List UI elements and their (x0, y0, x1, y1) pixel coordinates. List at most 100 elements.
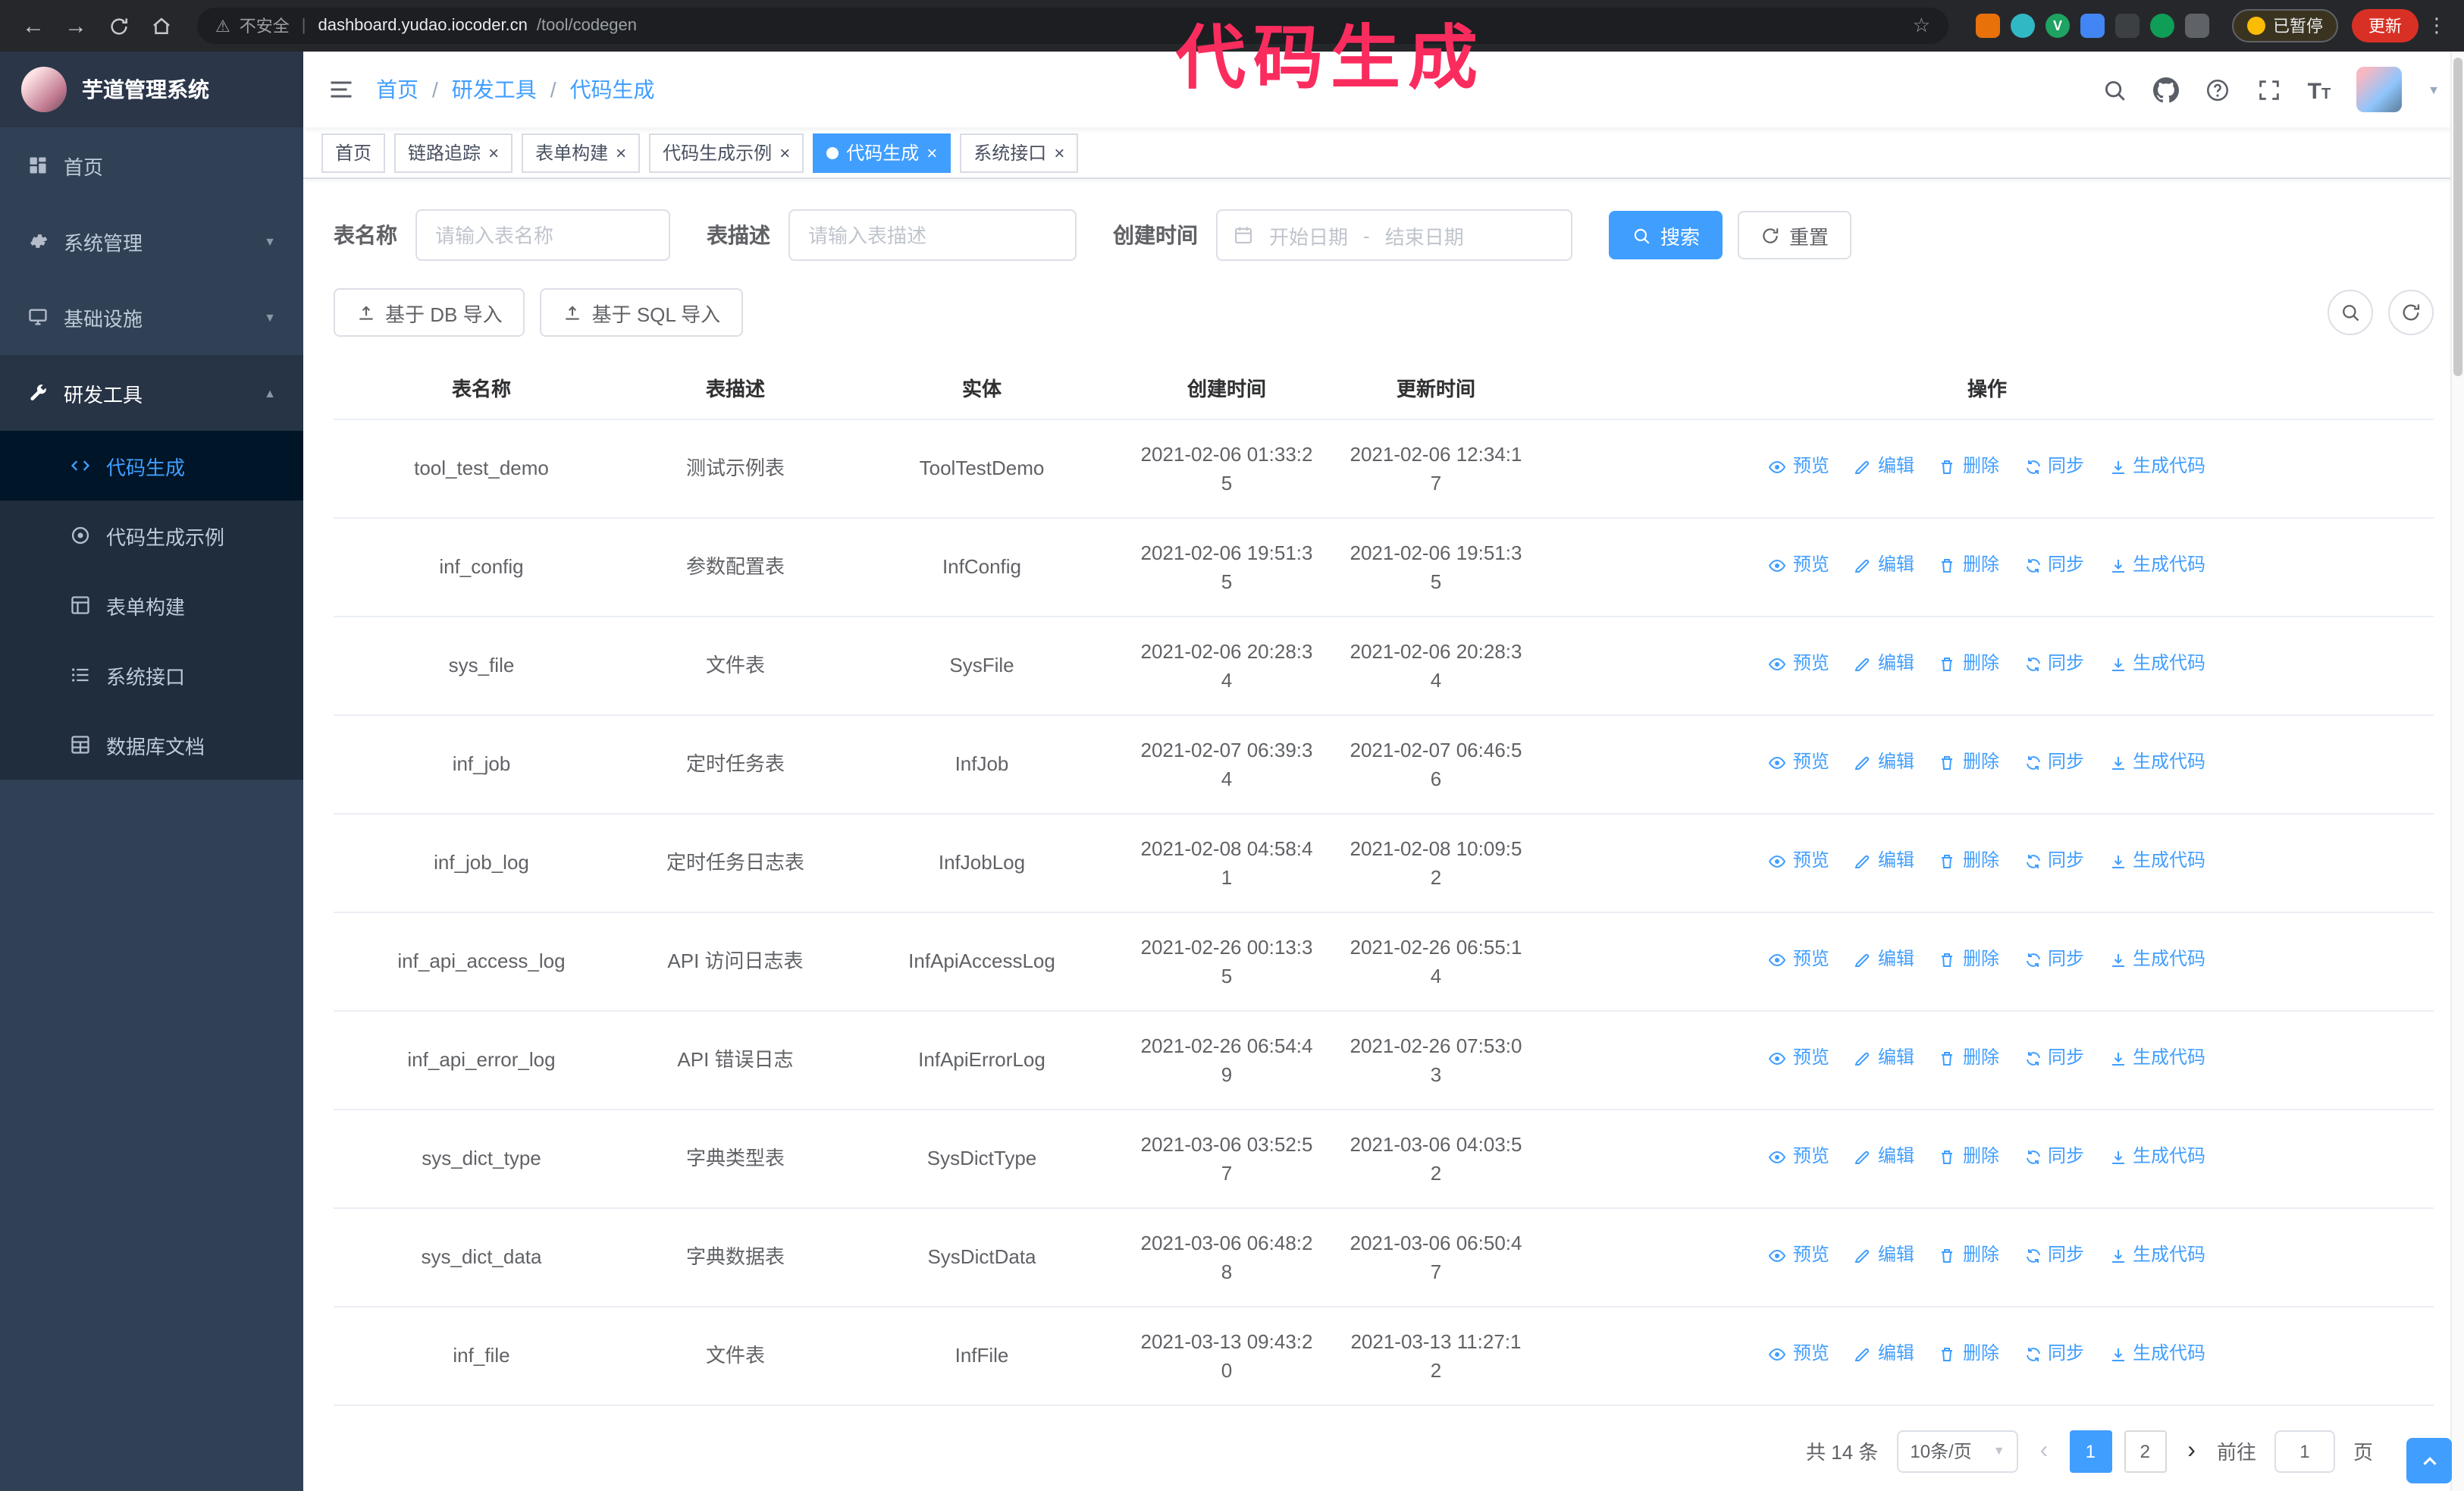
sync-link[interactable]: 同步 (2024, 1143, 2084, 1172)
teal-extension-icon[interactable] (2011, 14, 2035, 38)
search-icon[interactable] (2102, 77, 2127, 102)
grey-pin-extension-icon[interactable] (2185, 14, 2209, 38)
sidebar-collapse-button[interactable] (328, 76, 355, 103)
scrollbar-thumb[interactable] (2453, 58, 2462, 376)
tab-tracing[interactable]: 链路追踪 × (394, 133, 513, 172)
generate-code-link[interactable]: 生成代码 (2108, 1143, 2205, 1172)
create-time-range-picker[interactable]: 开始日期 - 结束日期 (1216, 209, 1572, 261)
import-sql-button[interactable]: 基于 SQL 导入 (540, 288, 744, 337)
generate-code-link[interactable]: 生成代码 (2108, 453, 2205, 482)
sidebar-item-dev-tools[interactable]: 研发工具 ▲ (0, 355, 303, 431)
preview-link[interactable]: 预览 (1769, 1044, 1829, 1073)
close-icon[interactable]: × (779, 143, 790, 162)
delete-link[interactable]: 删除 (1939, 946, 1999, 975)
float-action-button[interactable] (2406, 1438, 2452, 1483)
edit-link[interactable]: 编辑 (1854, 946, 1914, 975)
page-button-2[interactable]: 2 (2124, 1430, 2167, 1472)
delete-link[interactable]: 删除 (1939, 1340, 1999, 1369)
table-name-input[interactable] (415, 209, 670, 261)
tab-form-builder[interactable]: 表单构建 × (522, 133, 641, 172)
sync-link[interactable]: 同步 (2024, 453, 2084, 482)
page-button-1[interactable]: 1 (2069, 1430, 2112, 1472)
preview-link[interactable]: 预览 (1769, 749, 1829, 777)
green-v-extension-icon[interactable]: V (2045, 14, 2070, 38)
edit-link[interactable]: 编辑 (1854, 1340, 1914, 1369)
refresh-table-button[interactable] (2388, 290, 2434, 335)
sync-link[interactable]: 同步 (2024, 1044, 2084, 1073)
preview-link[interactable]: 预览 (1769, 1340, 1829, 1369)
edit-link[interactable]: 编辑 (1854, 551, 1914, 580)
sidebar-subitem-system-api[interactable]: 系统接口 (0, 640, 303, 710)
delete-link[interactable]: 删除 (1939, 1241, 1999, 1270)
preview-link[interactable]: 预览 (1769, 1241, 1829, 1270)
fox-extension-icon[interactable] (1976, 14, 2000, 38)
font-size-icon[interactable]: TT (2308, 77, 2331, 102)
sidebar-item-infrastructure[interactable]: 基础设施 ▼ (0, 279, 303, 355)
generate-code-link[interactable]: 生成代码 (2108, 847, 2205, 876)
sidebar-subitem-form-builder[interactable]: 表单构建 (0, 570, 303, 640)
browser-home-button[interactable] (143, 8, 179, 44)
table-desc-input[interactable] (788, 209, 1077, 261)
sidebar-subitem-codegen-example[interactable]: 代码生成示例 (0, 501, 303, 570)
user-avatar[interactable] (2356, 67, 2403, 112)
sidebar-item-home[interactable]: 首页 (0, 127, 303, 203)
dark-extension-icon[interactable] (2115, 14, 2140, 38)
prev-page-button[interactable]: ‹ (2037, 1437, 2052, 1464)
goto-page-input[interactable] (2274, 1430, 2335, 1472)
close-icon[interactable]: × (488, 143, 499, 162)
generate-code-link[interactable]: 生成代码 (2108, 946, 2205, 975)
browser-scrollbar[interactable] (2450, 52, 2464, 1491)
edit-link[interactable]: 编辑 (1854, 847, 1914, 876)
preview-link[interactable]: 预览 (1769, 650, 1829, 679)
next-page-button[interactable]: › (2184, 1437, 2199, 1464)
delete-link[interactable]: 删除 (1939, 847, 1999, 876)
sync-link[interactable]: 同步 (2024, 847, 2084, 876)
edit-link[interactable]: 编辑 (1854, 1241, 1914, 1270)
delete-link[interactable]: 删除 (1939, 453, 1999, 482)
breadcrumb-item[interactable]: 研发工具 (452, 74, 537, 105)
delete-link[interactable]: 删除 (1939, 1143, 1999, 1172)
delete-link[interactable]: 删除 (1939, 650, 1999, 679)
close-icon[interactable]: × (926, 143, 937, 162)
preview-link[interactable]: 预览 (1769, 1143, 1829, 1172)
search-button[interactable]: 搜索 (1609, 211, 1723, 259)
close-icon[interactable]: × (616, 143, 626, 162)
edit-link[interactable]: 编辑 (1854, 650, 1914, 679)
page-size-select[interactable]: 10条/页 ▼ (1896, 1430, 2019, 1472)
tab-system-api[interactable]: 系统接口 × (960, 133, 1079, 172)
fullscreen-icon[interactable] (2256, 77, 2282, 102)
generate-code-link[interactable]: 生成代码 (2108, 551, 2205, 580)
sidebar-subitem-db-doc[interactable]: 数据库文档 (0, 710, 303, 780)
browser-reload-button[interactable] (100, 8, 136, 44)
bookmark-star-icon[interactable]: ☆ (1913, 14, 1930, 38)
browser-forward-button[interactable]: → (58, 8, 94, 44)
sync-link[interactable]: 同步 (2024, 551, 2084, 580)
chevron-down-icon[interactable]: ▼ (2428, 83, 2440, 96)
address-bar[interactable]: ⚠ 不安全 | dashboard.yudao.iocoder.cn/tool/… (197, 8, 1948, 44)
blue-grid-extension-icon[interactable] (2080, 14, 2105, 38)
toggle-search-button[interactable] (2328, 290, 2373, 335)
leaf-extension-icon[interactable] (2150, 14, 2174, 38)
sync-link[interactable]: 同步 (2024, 946, 2084, 975)
import-db-button[interactable]: 基于 DB 导入 (334, 288, 525, 337)
tab-codegen[interactable]: 代码生成 × (813, 133, 951, 172)
preview-link[interactable]: 预览 (1769, 847, 1829, 876)
breadcrumb-item[interactable]: 代码生成 (570, 74, 655, 105)
tab-codegen-example[interactable]: 代码生成示例 × (649, 133, 804, 172)
help-icon[interactable] (2205, 77, 2230, 102)
delete-link[interactable]: 删除 (1939, 1044, 1999, 1073)
edit-link[interactable]: 编辑 (1854, 1143, 1914, 1172)
preview-link[interactable]: 预览 (1769, 453, 1829, 482)
sync-link[interactable]: 同步 (2024, 1340, 2084, 1369)
logo[interactable]: 芋道管理系统 (0, 52, 303, 127)
paused-badge[interactable]: 已暂停 (2232, 9, 2338, 42)
sidebar-item-system-management[interactable]: 系统管理 ▼ (0, 203, 303, 279)
github-icon[interactable] (2152, 77, 2179, 102)
generate-code-link[interactable]: 生成代码 (2108, 650, 2205, 679)
preview-link[interactable]: 预览 (1769, 551, 1829, 580)
browser-back-button[interactable]: ← (15, 8, 52, 44)
browser-update-button[interactable]: 更新 (2352, 9, 2419, 42)
generate-code-link[interactable]: 生成代码 (2108, 1340, 2205, 1369)
edit-link[interactable]: 编辑 (1854, 749, 1914, 777)
delete-link[interactable]: 删除 (1939, 551, 1999, 580)
